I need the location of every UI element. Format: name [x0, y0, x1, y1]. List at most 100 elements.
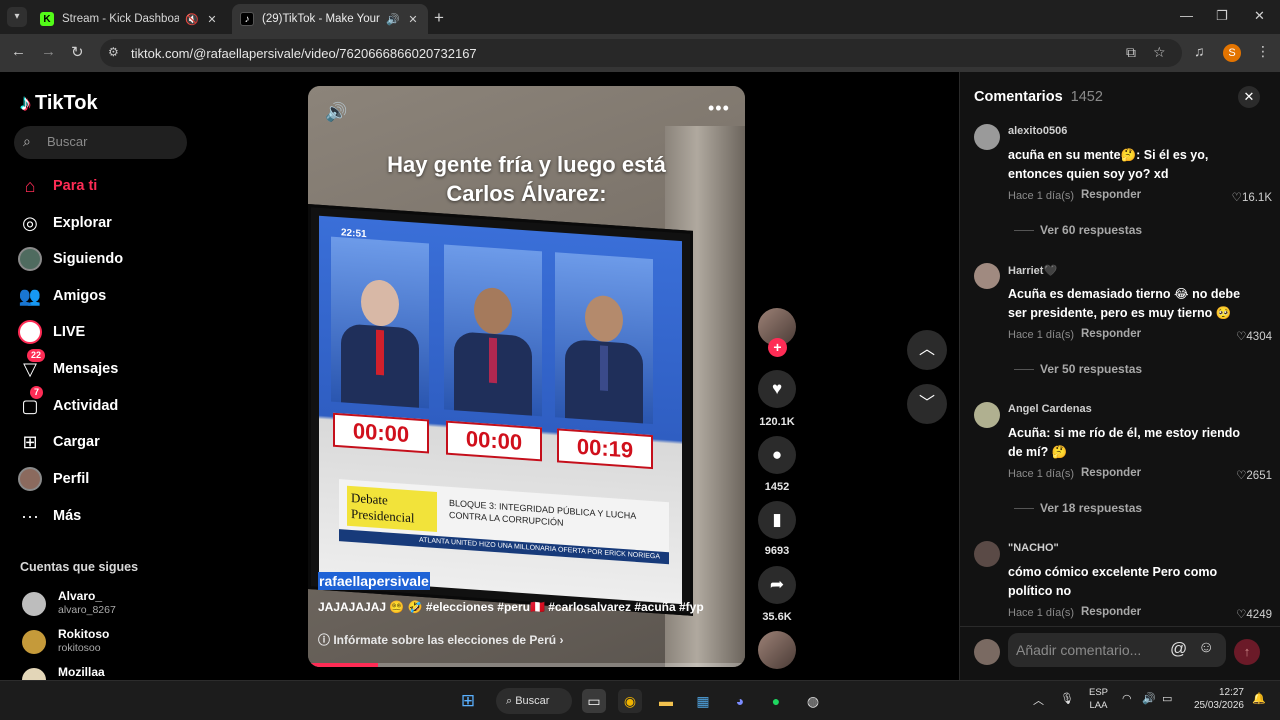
heart-outline-icon: ♡: [1236, 470, 1247, 482]
save-button[interactable]: ▮: [758, 501, 796, 539]
reply-button[interactable]: Responder: [1081, 328, 1141, 340]
close-tab-icon[interactable]: ✕: [406, 13, 420, 26]
microphone-icon[interactable]: 🎙: [1060, 692, 1074, 705]
new-tab-button[interactable]: +: [434, 8, 444, 28]
windows-start-icon[interactable]: ⊞: [456, 689, 480, 713]
comment-input[interactable]: Añadir comentario... @ ☺: [1008, 633, 1226, 667]
site-info-icon[interactable]: ⚙: [108, 45, 119, 59]
comment-like-button[interactable]: ♡4249: [1212, 607, 1272, 621]
close-comments-button[interactable]: ✕: [1238, 86, 1260, 108]
reply-button[interactable]: Responder: [1081, 189, 1141, 201]
comment-like-button[interactable]: ♡4304: [1212, 329, 1272, 343]
minimize-button[interactable]: —: [1180, 8, 1193, 23]
tray-overflow-icon[interactable]: ︿: [1033, 692, 1044, 708]
sidebar-item-mensajes[interactable]: ▽ 22 Mensajes: [18, 349, 193, 382]
install-app-icon[interactable]: ⧉: [1126, 44, 1136, 61]
comment-like-button[interactable]: ♡16.1K: [1212, 190, 1272, 204]
comment-button[interactable]: ●: [758, 436, 796, 474]
address-bar[interactable]: ⚙ tiktok.com/@rafaellapersivale/video/76…: [100, 39, 1182, 67]
friends-icon: 👥: [18, 285, 42, 306]
media-control-icon[interactable]: ♫: [1194, 43, 1205, 59]
sidebar-item-para-ti[interactable]: ⌂ Para ti: [18, 173, 193, 199]
close-window-button[interactable]: ✕: [1254, 8, 1265, 24]
url-text[interactable]: tiktok.com/@rafaellapersivale/video/7620…: [131, 46, 477, 61]
language-indicator[interactable]: ESP LAA: [1089, 686, 1108, 712]
comment-user[interactable]: Harriet🖤: [1008, 264, 1057, 277]
profile-avatar[interactable]: S: [1223, 44, 1241, 62]
share-button[interactable]: ➦: [758, 566, 796, 604]
sound-avatar[interactable]: [758, 631, 796, 669]
comment-user[interactable]: Angel Cardenas: [1008, 403, 1092, 415]
discord-icon[interactable]: ◕: [728, 689, 752, 713]
view-replies-button[interactable]: Ver 50 respuestas: [1014, 362, 1142, 376]
tab-search-button[interactable]: ▾: [7, 7, 27, 27]
volume-icon[interactable]: 🔊: [325, 102, 347, 123]
search-input[interactable]: ⌕ Buscar: [14, 126, 187, 159]
notifications-icon[interactable]: 🔔: [1252, 692, 1266, 705]
avatar[interactable]: [974, 263, 1000, 289]
reply-button[interactable]: Responder: [1081, 467, 1141, 479]
comment-user[interactable]: alexito0506: [1008, 125, 1067, 137]
comment-user[interactable]: "NACHO": [1008, 542, 1059, 554]
more-options-icon[interactable]: •••: [708, 98, 730, 119]
spotify-icon[interactable]: ●: [764, 689, 788, 713]
next-video-button[interactable]: ﹀: [907, 384, 947, 424]
tiktok-logo[interactable]: ♪ TikTok: [20, 90, 98, 116]
browser-menu-icon[interactable]: ⋮: [1256, 43, 1270, 60]
sidebar-item-actividad[interactable]: ▢ 7 Actividad: [18, 386, 193, 419]
avatar[interactable]: [974, 402, 1000, 428]
sidebar-item-label: Explorar: [53, 215, 112, 231]
video-author[interactable]: rafaellapersivale: [318, 572, 430, 590]
emoji-icon[interactable]: ☺: [1198, 639, 1214, 657]
forward-button[interactable]: →: [41, 43, 56, 60]
sidebar-item-amigos[interactable]: 👥 Amigos: [18, 283, 193, 309]
tv-timer: 00:00: [333, 412, 429, 454]
speaker-icon[interactable]: 🔊: [386, 13, 400, 26]
tab-kick-dashboard[interactable]: K Stream - Kick Dashboard 🔇 ✕: [32, 4, 227, 34]
maximize-button[interactable]: ❐: [1216, 8, 1228, 24]
search-placeholder: Buscar: [47, 134, 88, 149]
store-icon[interactable]: ▦: [691, 689, 715, 713]
reply-button[interactable]: Responder: [1081, 606, 1141, 618]
following-account[interactable]: Rokitoso rokitosoo: [22, 627, 192, 657]
avatar[interactable]: [974, 541, 1000, 567]
video-player[interactable]: 22:51 00:00 00:00 00:19 Debate Presidenc…: [308, 86, 745, 667]
task-view-icon[interactable]: ▭: [582, 689, 606, 713]
volume-tray-icon[interactable]: 🔊: [1142, 692, 1156, 705]
view-replies-button[interactable]: Ver 18 respuestas: [1014, 501, 1142, 515]
tab-tiktok[interactable]: ♪ (29)TikTok - Make Your Day 🔊 ✕: [232, 4, 428, 34]
back-button[interactable]: ←: [11, 43, 26, 60]
sidebar-item-perfil[interactable]: Perfil: [18, 466, 193, 492]
clock[interactable]: 12:27 25/03/2026: [1192, 686, 1244, 712]
sidebar-item-explorar[interactable]: ◎ Explorar: [18, 210, 193, 236]
search-icon: ⌕: [506, 695, 516, 707]
like-button[interactable]: ♥: [758, 370, 796, 408]
reload-button[interactable]: ↻: [71, 43, 84, 61]
file-explorer-icon[interactable]: ▬: [654, 689, 678, 713]
tv-lower-third: Debate Presidencial BLOQUE 3: INTEGRIDAD…: [339, 479, 669, 565]
following-account[interactable]: Alvaro_ alvaro_8267: [22, 589, 192, 619]
video-progress-bar[interactable]: [308, 663, 745, 667]
sidebar-item-live[interactable]: LIVE: [18, 319, 193, 345]
tiktok-note-icon: ♪: [20, 90, 31, 115]
wifi-icon[interactable]: ◠: [1122, 692, 1132, 705]
sidebar-item-siguiendo[interactable]: Siguiendo: [18, 246, 193, 272]
sidebar-item-cargar[interactable]: ⊞ Cargar: [18, 429, 193, 455]
chrome-icon[interactable]: ◉: [618, 689, 642, 713]
taskbar-search[interactable]: ⌕ Buscar: [496, 688, 572, 714]
avatar[interactable]: [974, 124, 1000, 150]
close-tab-icon[interactable]: ✕: [205, 13, 219, 26]
previous-video-button[interactable]: ︿: [907, 330, 947, 370]
comment-like-button[interactable]: ♡2651: [1212, 468, 1272, 482]
bookmark-star-icon[interactable]: ☆: [1153, 44, 1166, 61]
sidebar-item-mas[interactable]: ··· Más: [18, 503, 193, 529]
mention-icon[interactable]: @: [1170, 639, 1187, 659]
send-comment-button[interactable]: ↑: [1234, 639, 1260, 665]
view-replies-button[interactable]: Ver 60 respuestas: [1014, 223, 1142, 237]
battery-icon[interactable]: ▭: [1162, 692, 1172, 705]
elections-info-link[interactable]: ⓘ Infórmate sobre las elecciones de Perú…: [318, 631, 563, 648]
follow-plus-icon[interactable]: +: [768, 338, 787, 357]
muted-speaker-icon[interactable]: 🔇: [185, 13, 199, 26]
comment-time: Hace 1 día(s): [1008, 607, 1075, 619]
obs-icon[interactable]: ◍: [801, 689, 825, 713]
